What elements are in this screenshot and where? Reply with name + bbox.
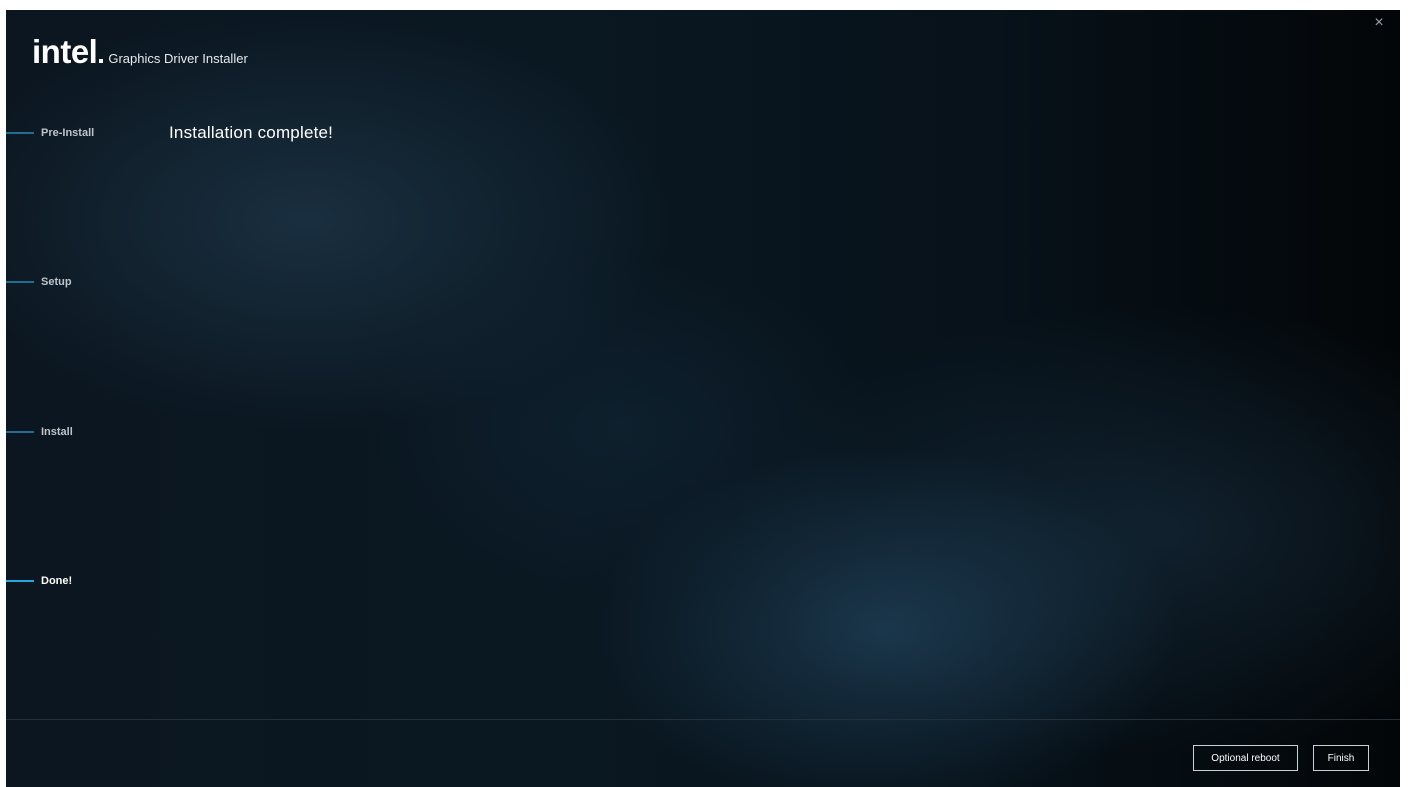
step-indicator xyxy=(6,281,34,283)
step-label: Install xyxy=(41,426,73,438)
page-title: Installation complete! xyxy=(169,123,334,142)
step-indicator xyxy=(6,431,34,433)
step-setup: Setup xyxy=(6,272,72,292)
close-icon[interactable]: × xyxy=(1368,12,1390,34)
installer-window: × intel Graphics Driver Installer Pre-In… xyxy=(6,10,1400,787)
finish-button[interactable]: Finish xyxy=(1313,745,1369,771)
step-label: Done! xyxy=(41,575,73,587)
step-label: Setup xyxy=(41,276,72,288)
optional-reboot-button[interactable]: Optional reboot xyxy=(1193,745,1298,771)
step-install: Install xyxy=(6,422,73,442)
step-indicator-active xyxy=(6,580,34,582)
step-indicator xyxy=(6,132,34,134)
footer-divider xyxy=(6,719,1400,720)
step-label: Pre-Install xyxy=(41,127,95,139)
intel-logo: intel xyxy=(32,33,98,70)
app-header: intel Graphics Driver Installer xyxy=(32,34,248,70)
step-done: Done! xyxy=(6,571,72,591)
logo-dot xyxy=(99,59,104,63)
step-pre-install: Pre-Install xyxy=(6,123,94,143)
app-title: Graphics Driver Installer xyxy=(108,51,248,66)
